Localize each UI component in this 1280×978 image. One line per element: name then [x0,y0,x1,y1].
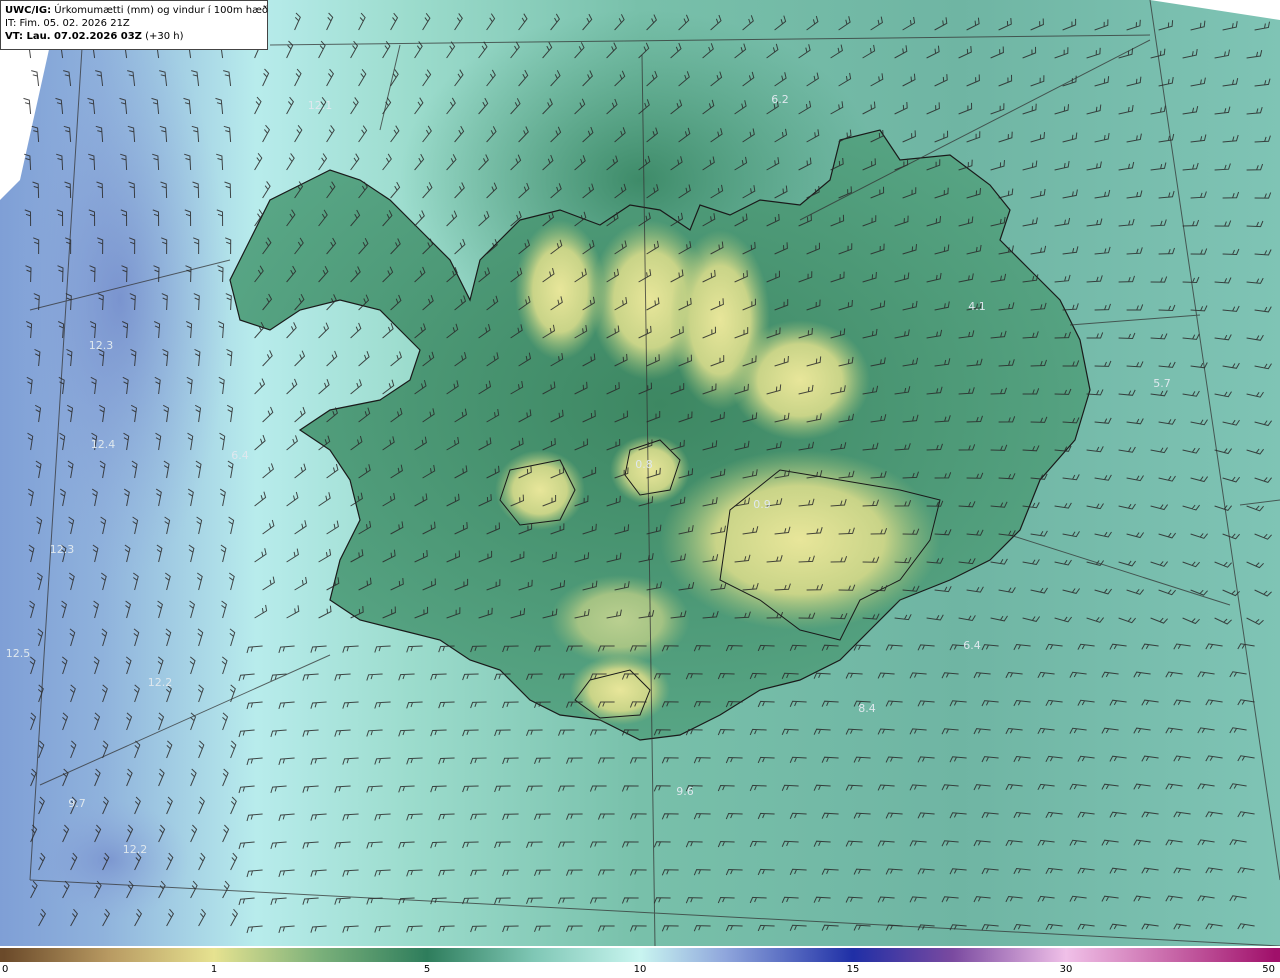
legend-tick: 15 [846,964,860,975]
highland-7 [495,450,585,530]
map-value-label: 8.4 [858,702,876,715]
map-value-label: 0.9 [753,498,771,511]
map-value-label: 12.2 [123,843,148,856]
map-value-label: 6.2 [771,93,789,106]
title-box: UWC/IG: Úrkomumætti (mm) og vindur í 100… [0,0,268,50]
map-value-label: 12.2 [148,676,173,689]
map-value-label: 12.1 [308,99,333,112]
map-value-label: 12.4 [91,438,116,451]
valid-time: VT: Lau. 07.02.2026 03Z [5,31,142,42]
map-value-label: 9.7 [68,797,86,810]
blue-blob [10,20,230,580]
issue-time: IT: Fim. 05. 02. 2026 21Z [5,18,130,29]
legend-tick: 0 [2,964,9,975]
map-value-label: 12.3 [89,339,114,352]
map-value-label: 12.5 [6,647,31,660]
legend-tick: 30 [1059,964,1073,975]
highland-5 [660,450,940,630]
legend-tick: 5 [423,964,431,975]
highland-8 [570,655,670,725]
title-text: Úrkomumætti (mm) og vindur í 100m hæð [54,5,269,16]
valid-offset: (+30 h) [145,31,184,42]
map-value-label: 9.6 [676,785,694,798]
map-value-label: 6.4 [231,449,249,462]
map-value-label: 12.3 [50,543,75,556]
title-prefix: UWC/IG: [5,5,52,16]
map-value-label: 5.7 [1153,377,1171,390]
legend-tick: 50 [1262,964,1275,975]
blue-blob-2 [30,800,190,920]
weather-map[interactable]: 12.1 12.3 12.4 12.3 12.5 12.2 9.7 12.2 4.1 5.7 6.4… [0,0,1280,946]
legend-tick: 1 [210,964,218,975]
legend-tick: 10 [633,964,647,975]
legend-bar [0,948,1280,962]
map-value-label: 0.8 [635,458,653,471]
map-value-label: 4.1 [968,300,986,313]
map-value-label: 6.4 [963,639,981,652]
